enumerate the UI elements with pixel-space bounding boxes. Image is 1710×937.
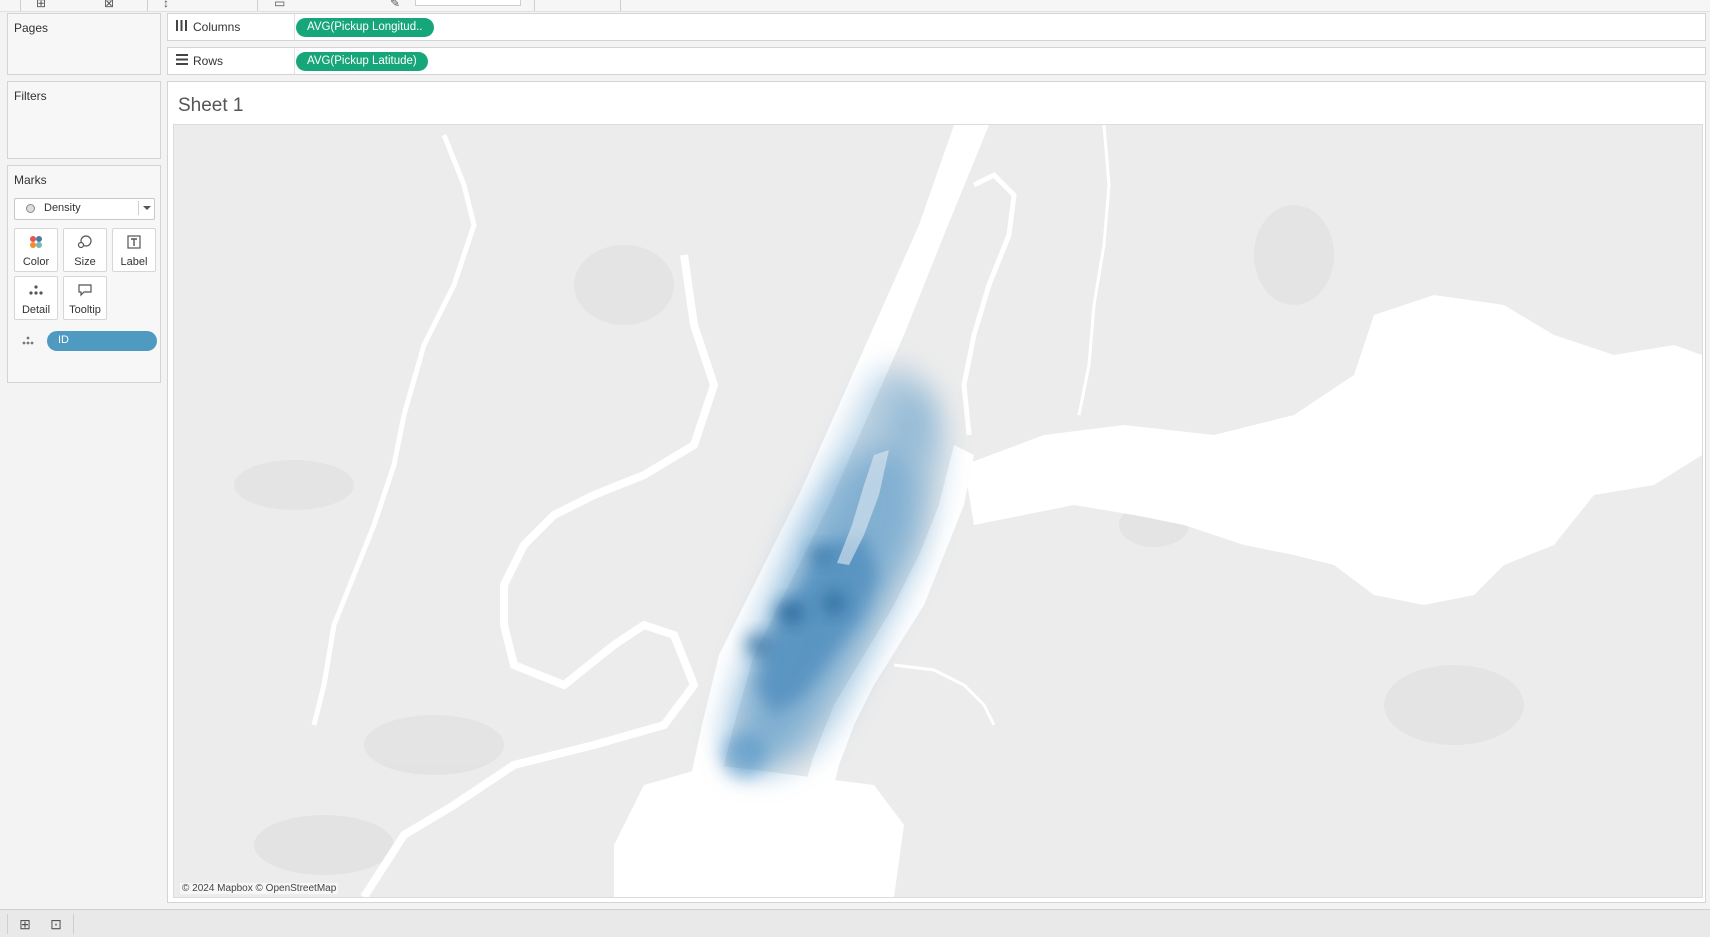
bottom-separator [73, 914, 74, 934]
label-label: Label [120, 256, 148, 268]
color-label: Color [22, 256, 50, 268]
size-label: Size [74, 256, 96, 268]
sort-icon[interactable]: ↕ [163, 0, 169, 10]
columns-icon [176, 20, 187, 34]
pages-title: Pages [14, 21, 49, 35]
color-icon [15, 235, 57, 249]
rows-pill-latitude[interactable]: AVG(Pickup Latitude) [296, 52, 428, 71]
size-button[interactable]: Size [63, 228, 107, 272]
new-dashboard-icon[interactable]: ⊡ [45, 914, 67, 934]
size-icon [64, 235, 106, 249]
worksheet-view: Sheet 1 © 2024 Mapbox © OpenStreetMap [167, 81, 1706, 903]
detail-field-icon [21, 335, 35, 350]
filters-title: Filters [14, 89, 47, 103]
toolbar-separator [257, 0, 258, 11]
density-mark-icon [26, 204, 35, 213]
tooltip-label: Tooltip [69, 304, 101, 316]
toolbar-separator [620, 0, 621, 11]
label-button[interactable]: Label [112, 228, 156, 272]
color-button[interactable]: Color [14, 228, 58, 272]
rows-icon [176, 54, 188, 68]
toolbar-separator [534, 0, 535, 11]
new-data-source-icon[interactable]: ⊞ [36, 0, 46, 10]
rows-shelf[interactable]: Rows AVG(Pickup Latitude) [167, 47, 1706, 75]
new-worksheet-icon[interactable]: ⊞ [14, 914, 36, 934]
chevron-down-icon[interactable] [143, 206, 151, 210]
detail-icon [15, 283, 57, 297]
tooltip-icon [64, 283, 106, 297]
sheet-tabs-bar: ⊞ ⊡ [0, 909, 1710, 937]
tooltip-button[interactable]: Tooltip [63, 276, 107, 320]
text-label-icon [113, 235, 155, 249]
filters-panel[interactable]: Filters [7, 81, 161, 159]
detail-field-pill[interactable]: ID [47, 331, 157, 351]
marks-title: Marks [14, 173, 47, 187]
columns-pill-longitude[interactable]: AVG(Pickup Longitud.. [296, 18, 434, 37]
toolbar-dropdown[interactable] [415, 0, 521, 6]
bottom-separator [7, 914, 8, 934]
mark-type-label: Density [44, 202, 81, 214]
highlight-icon[interactable]: ✎ [390, 0, 400, 10]
map-view[interactable]: © 2024 Mapbox © OpenStreetMap [173, 124, 1703, 898]
detail-field-label: ID [58, 334, 69, 346]
detail-label: Detail [21, 304, 51, 316]
columns-shelf-header: Columns [168, 14, 295, 40]
rows-label: Rows [193, 54, 224, 68]
marks-panel: Marks Density Color Size Label Detail To… [7, 165, 161, 383]
detail-button[interactable]: Detail [14, 276, 58, 320]
columns-label: Columns [193, 20, 241, 34]
mark-type-dropdown[interactable]: Density [14, 198, 155, 220]
columns-shelf[interactable]: Columns AVG(Pickup Longitud.. [167, 13, 1706, 41]
toolbar-separator [147, 0, 148, 11]
pages-panel[interactable]: Pages [7, 13, 161, 75]
dropdown-separator [138, 201, 139, 215]
clear-sheet-icon[interactable]: ⊠ [104, 0, 114, 10]
map-canvas[interactable] [174, 125, 1702, 897]
group-icon[interactable]: ▭ [274, 0, 285, 10]
toolbar: ⊞ ⊠ ↕ ▭ ✎ [0, 0, 1710, 12]
sheet-title[interactable]: Sheet 1 [178, 95, 244, 117]
map-attribution[interactable]: © 2024 Mapbox © OpenStreetMap [180, 883, 339, 894]
toolbar-separator [20, 0, 21, 11]
harbor [614, 765, 904, 897]
rows-shelf-header: Rows [168, 48, 295, 74]
